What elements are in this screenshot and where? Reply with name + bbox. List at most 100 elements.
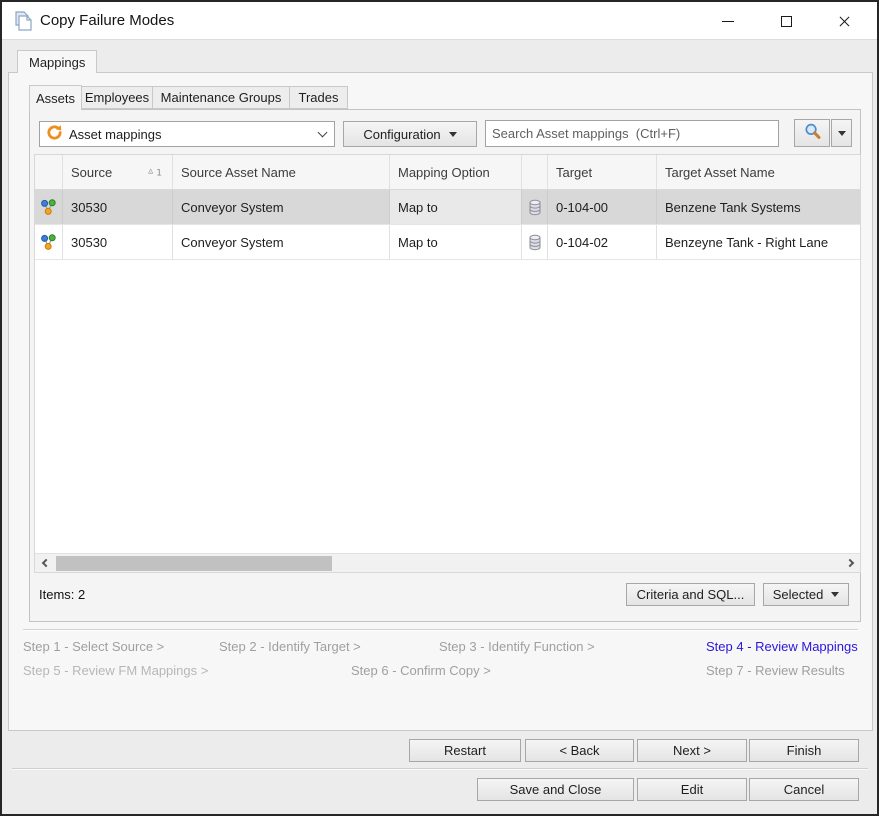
mapping-type-select[interactable]: Asset mappings (39, 121, 335, 147)
tab-employees[interactable]: Employees (81, 86, 153, 109)
cell-source: 30530 (63, 225, 173, 259)
step-4-link-active[interactable]: Step 4 - Review Mappings (706, 639, 858, 654)
mapping-type-value: Asset mappings (69, 126, 162, 142)
step-6-link[interactable]: Step 6 - Confirm Copy > (351, 663, 491, 678)
tab-maintenance-groups[interactable]: Maintenance Groups (152, 86, 290, 109)
cancel-button[interactable]: Cancel (749, 778, 859, 801)
search-icon (803, 122, 822, 144)
header-row-icon-column[interactable] (35, 155, 63, 189)
step-1-link[interactable]: Step 1 - Select Source > (23, 639, 164, 654)
assets-panel: Asset mappings Configuration Search Asse… (29, 109, 861, 622)
copy-failure-modes-dialog: Copy Failure Modes Mappings Assets Emplo… (0, 0, 879, 816)
save-and-close-button[interactable]: Save and Close (477, 778, 634, 801)
edit-label: Edit (680, 782, 704, 797)
header-target-label: Target (556, 164, 593, 180)
finish-label: Finish (786, 743, 822, 758)
search-button[interactable] (794, 119, 830, 147)
criteria-and-sql-label: Criteria and SQL... (636, 587, 745, 602)
dropdown-arrow-icon (837, 130, 846, 136)
dropdown-arrow-icon (831, 592, 840, 597)
copy-document-icon (12, 10, 34, 32)
tab-mappings[interactable]: Mappings (17, 50, 98, 73)
step-2-link[interactable]: Step 2 - Identify Target > (219, 639, 361, 654)
tab-assets-label: Assets (35, 90, 75, 106)
table-row[interactable]: 30530 Conveyor System Map to 0-104-00 Be… (35, 190, 860, 225)
cancel-label: Cancel (783, 782, 825, 797)
search-split-button (794, 119, 852, 147)
maximize-button[interactable] (757, 2, 815, 40)
header-target-asset-name-label: Target Asset Name (665, 164, 775, 180)
next-label: Next > (673, 743, 711, 758)
next-button[interactable]: Next > (637, 739, 747, 762)
horizontal-scrollbar[interactable] (35, 553, 860, 572)
restart-button[interactable]: Restart (409, 739, 521, 762)
cell-target: 0-104-00 (548, 190, 657, 224)
cell-source-asset-name: Conveyor System (173, 190, 390, 224)
header-source-asset-name-label: Source Asset Name (181, 164, 296, 180)
scroll-left-button[interactable] (35, 554, 53, 572)
step-5-link[interactable]: Step 5 - Review FM Mappings > (23, 663, 208, 678)
search-options-button[interactable] (831, 119, 852, 147)
chevron-left-icon (41, 558, 50, 568)
items-count: Items: 2 (39, 587, 86, 602)
scroll-right-button[interactable] (842, 554, 860, 572)
hierarchy-icon (35, 190, 63, 224)
selected-dropdown-button[interactable]: Selected (763, 583, 849, 606)
finish-button[interactable]: Finish (749, 739, 859, 762)
sort-ascending-icon: ▵ 1 (148, 165, 162, 179)
header-source-label: Source (71, 164, 113, 180)
header-source-asset-name[interactable]: Source Asset Name (173, 155, 390, 189)
cell-target-asset-name: Benzene Tank Systems (665, 199, 801, 215)
back-button[interactable]: < Back (525, 739, 634, 762)
button-rows-separator (12, 768, 868, 770)
cell-mapping-option: Map to (390, 225, 522, 259)
maximize-icon (780, 15, 792, 27)
cell-target: 0-104-02 (548, 225, 657, 259)
database-icon (522, 190, 548, 224)
back-label: < Back (559, 743, 600, 758)
tab-trades-label: Trades (298, 90, 339, 105)
dropdown-arrow-icon (448, 131, 457, 137)
mappings-page: Assets Employees Maintenance Groups Trad… (8, 72, 873, 731)
configuration-button[interactable]: Configuration (343, 121, 477, 147)
cell-source-asset-name: Conveyor System (173, 225, 390, 259)
search-input[interactable] (485, 120, 779, 147)
chevron-right-icon (845, 558, 854, 568)
mappings-grid: Source ▵ 1 Source Asset Name Mapping Opt… (34, 154, 861, 573)
cell-mapping-option: Map to (390, 190, 522, 224)
steps-separator (23, 629, 858, 631)
database-icon (522, 225, 548, 259)
header-target-icon-column[interactable] (522, 155, 548, 189)
tab-assets[interactable]: Assets (29, 85, 82, 110)
step-7-link[interactable]: Step 7 - Review Results (706, 663, 845, 678)
table-row[interactable]: 30530 Conveyor System Map to 0-104-02 Be… (35, 225, 860, 260)
tab-employees-label: Employees (84, 90, 150, 105)
cell-source: 30530 (63, 190, 173, 224)
configuration-label: Configuration (363, 126, 441, 142)
close-button[interactable] (815, 2, 873, 40)
asset-mapping-icon (46, 124, 63, 144)
header-mapping-option-label: Mapping Option (398, 164, 490, 180)
title-bar: Copy Failure Modes (2, 2, 877, 40)
hierarchy-icon (35, 225, 63, 259)
header-mapping-option[interactable]: Mapping Option (390, 155, 522, 189)
minimize-button[interactable] (699, 2, 757, 40)
tab-mappings-label: Mappings (29, 54, 86, 70)
save-and-close-label: Save and Close (509, 782, 602, 797)
edit-button[interactable]: Edit (637, 778, 747, 801)
window-controls (699, 2, 873, 40)
criteria-and-sql-button[interactable]: Criteria and SQL... (626, 583, 755, 606)
header-source[interactable]: Source ▵ 1 (63, 155, 173, 189)
selected-label: Selected (772, 587, 824, 602)
header-target-asset-name[interactable]: Target Asset Name (657, 155, 860, 189)
header-target[interactable]: Target (548, 155, 657, 189)
close-icon (838, 15, 851, 28)
tab-trades[interactable]: Trades (289, 86, 348, 109)
window-title: Copy Failure Modes (40, 12, 175, 29)
cell-target-asset-name: Benzeyne Tank - Right Lane (665, 234, 829, 250)
step-3-link[interactable]: Step 3 - Identify Function > (439, 639, 595, 654)
restart-label: Restart (444, 743, 486, 758)
scrollbar-thumb[interactable] (56, 556, 332, 571)
minimize-icon (722, 20, 734, 22)
chevron-down-icon (317, 127, 328, 137)
